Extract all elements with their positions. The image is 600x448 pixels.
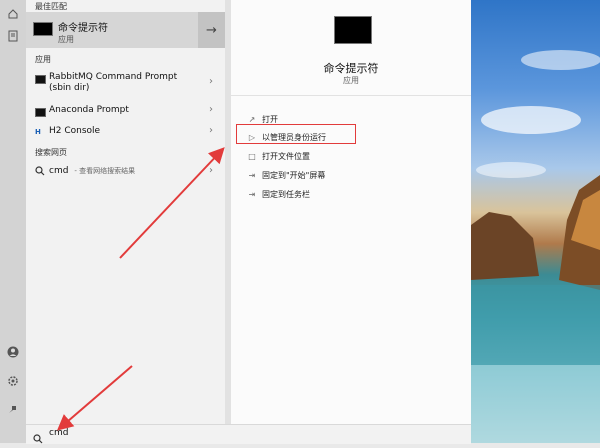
apps-header: 应用	[35, 55, 51, 64]
list-item-h2-console[interactable]: H H2 Console ›	[26, 125, 225, 140]
cmd-app-icon	[33, 22, 53, 36]
detail-subtitle: 应用	[343, 76, 359, 85]
web-search-result[interactable]: cmd - 查看网络搜索结果 ›	[26, 165, 225, 180]
folder-icon: □	[248, 152, 256, 161]
list-item-rabbitmq[interactable]: RabbitMQ Command Prompt (sbin dir) ›	[26, 72, 225, 98]
search-icon	[35, 166, 45, 176]
list-item-label: Anaconda Prompt	[49, 105, 129, 115]
documents-icon[interactable]	[7, 30, 19, 42]
action-pin-to-start[interactable]: ⇥ 固定到"开始"屏幕	[247, 170, 326, 181]
search-results-pane: 最佳匹配 命令提示符 应用 → 应用 RabbitMQ Command Prom…	[26, 0, 225, 424]
open-icon: ↗	[248, 115, 256, 124]
terminal-icon	[35, 75, 46, 84]
chevron-right-icon: ›	[209, 165, 213, 176]
web-search-query: cmd - 查看网络搜索结果	[49, 166, 135, 176]
chevron-right-icon: ›	[209, 76, 213, 87]
start-rail	[0, 0, 26, 443]
search-icon	[33, 429, 43, 448]
h2-database-icon: H	[35, 128, 41, 136]
chevron-right-icon: ›	[209, 125, 213, 136]
home-icon[interactable]	[7, 8, 19, 20]
action-open-file-location[interactable]: □ 打开文件位置	[247, 151, 310, 162]
detail-divider	[231, 95, 471, 96]
pin-taskbar-icon: ⇥	[248, 190, 256, 199]
best-match-header: 最佳匹配	[35, 2, 67, 11]
query-hint: - 查看网络搜索结果	[74, 167, 136, 175]
wallpaper-scene	[471, 50, 600, 443]
desktop-wallpaper	[471, 0, 600, 443]
settings-gear-icon[interactable]	[7, 375, 19, 387]
action-label: 打开文件位置	[262, 152, 310, 161]
list-item-sublabel: (sbin dir)	[49, 83, 90, 93]
user-avatar-icon[interactable]	[7, 346, 19, 358]
list-item-label: H2 Console	[49, 126, 101, 136]
feedback-icon[interactable]	[7, 403, 19, 415]
action-label: 固定到任务栏	[262, 190, 310, 199]
pin-icon: ⇥	[248, 171, 256, 180]
list-item-label: RabbitMQ Command Prompt	[49, 72, 178, 82]
action-label: 打开	[262, 115, 278, 124]
search-bar[interactable]: cmd	[26, 424, 471, 444]
action-label: 固定到"开始"屏幕	[262, 171, 326, 180]
action-pin-to-taskbar[interactable]: ⇥ 固定到任务栏	[247, 189, 310, 200]
chevron-right-icon: ›	[209, 104, 213, 115]
list-item-anaconda[interactable]: Anaconda Prompt ›	[26, 104, 225, 119]
arrow-right-icon[interactable]: →	[198, 12, 225, 48]
web-search-header: 搜索网页	[35, 148, 67, 157]
query-text: cmd	[49, 166, 69, 176]
app-detail-pane: 命令提示符 应用 ↗ 打开 ▷ 以管理员身份运行 □ 打开文件位置 ⇥ 固定到"开始"屏…	[231, 0, 471, 424]
search-input[interactable]: cmd	[49, 428, 68, 438]
best-match-item[interactable]: 命令提示符 应用 →	[26, 12, 225, 48]
terminal-icon	[35, 108, 46, 117]
highlight-box	[236, 124, 356, 144]
detail-title: 命令提示符	[323, 62, 379, 75]
best-match-subtitle: 应用	[58, 35, 74, 44]
best-match-title: 命令提示符	[58, 23, 108, 34]
cmd-large-icon	[334, 16, 372, 44]
